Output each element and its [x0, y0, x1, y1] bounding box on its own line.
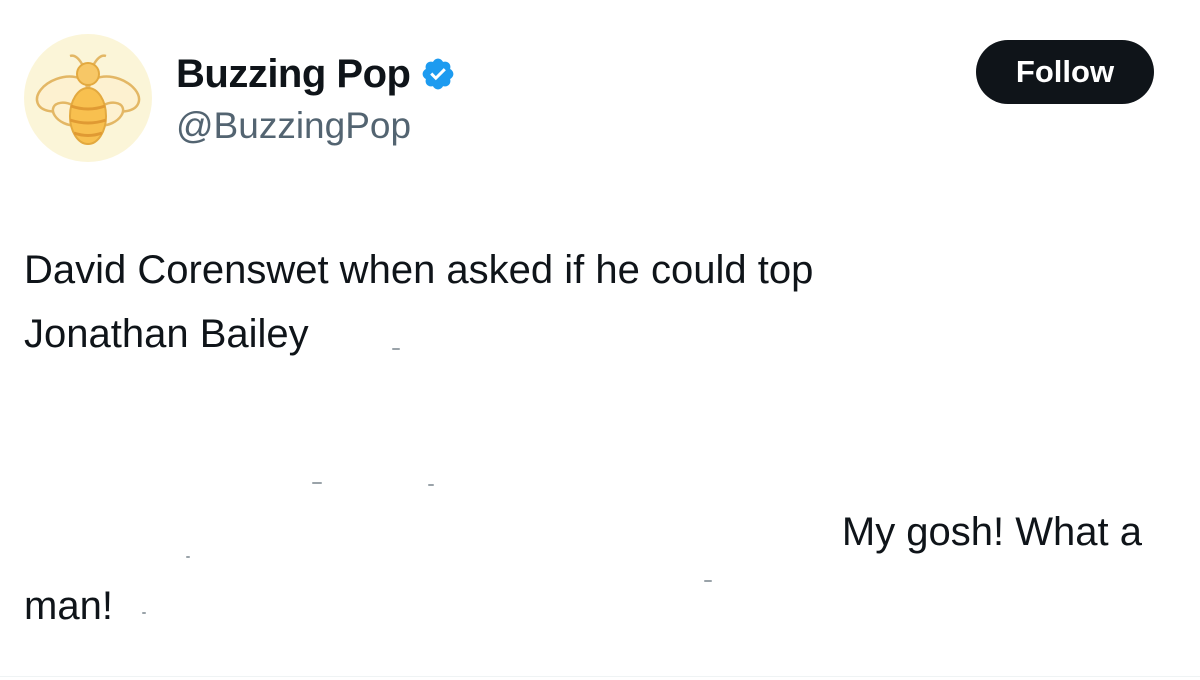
tweet-text-line: Jonathan Bailey	[24, 312, 309, 356]
erased-emoji-trace	[392, 348, 400, 350]
erased-emoji-trace	[186, 556, 190, 558]
tweet-text-line: My gosh! What a	[841, 510, 1142, 554]
erased-emoji-trace	[428, 484, 434, 486]
erased-emoji-trace	[312, 482, 322, 484]
tweet-text-line: David Corenswet when asked if he could t…	[24, 248, 814, 292]
divider	[0, 676, 1200, 677]
bee-icon	[35, 54, 141, 145]
verified-badge-icon	[420, 56, 456, 92]
tweet-text-line: man!	[24, 584, 113, 628]
user-handle[interactable]: @BuzzingPop	[176, 104, 411, 148]
profile-avatar[interactable]	[24, 34, 152, 162]
erased-emoji-trace	[704, 580, 712, 582]
follow-button[interactable]: Follow	[976, 40, 1154, 104]
display-name-row: Buzzing Pop	[176, 46, 456, 102]
display-name[interactable]: Buzzing Pop	[176, 54, 411, 94]
erased-emoji-trace	[142, 612, 146, 614]
